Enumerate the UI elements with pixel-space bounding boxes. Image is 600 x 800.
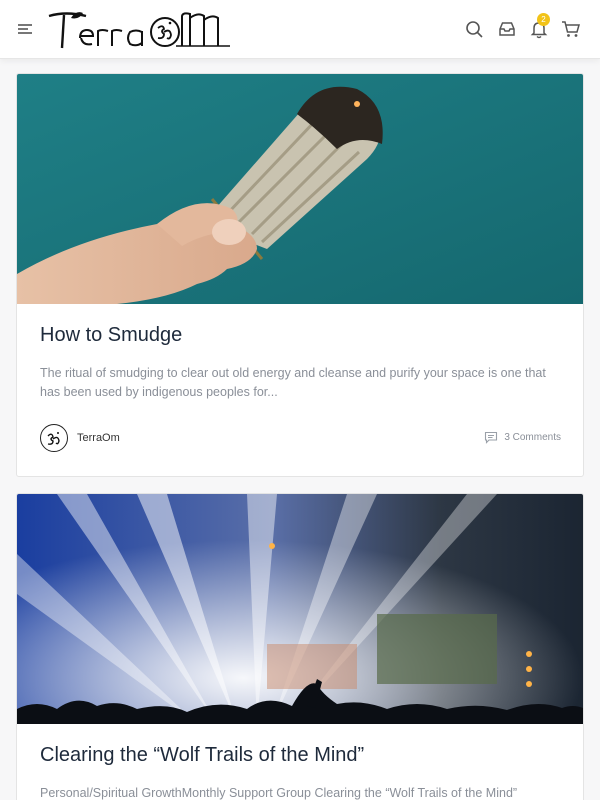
post-card[interactable]: How to Smudge The ritual of smudging to … — [16, 73, 584, 477]
search-icon[interactable] — [463, 18, 485, 40]
post-image-concert-lights[interactable] — [17, 494, 583, 724]
post-excerpt: The ritual of smudging to clear out old … — [40, 366, 546, 399]
avatar — [40, 424, 68, 452]
inbox-icon[interactable] — [496, 18, 518, 40]
comment-count: 3 Comments — [504, 432, 561, 443]
post-title[interactable]: Clearing the “Wolf Trails of the Mind” — [40, 744, 364, 767]
app-header: 2 — [0, 0, 600, 59]
author-name: TerraOm — [77, 432, 120, 444]
comment-icon — [485, 431, 498, 444]
post-title[interactable]: How to Smudge — [40, 324, 182, 347]
post-excerpt: Personal/Spiritual GrowthMonthly Support… — [40, 786, 518, 800]
post-author[interactable]: TerraOm — [40, 424, 120, 452]
comments-link[interactable]: 3 Comments — [484, 431, 561, 444]
notification-badge: 2 — [537, 13, 550, 26]
post-feed: How to Smudge The ritual of smudging to … — [0, 60, 600, 800]
brand-logo[interactable] — [46, 8, 232, 52]
post-card[interactable]: Clearing the “Wolf Trails of the Mind” P… — [16, 493, 584, 800]
cart-icon[interactable] — [560, 18, 582, 40]
menu-icon[interactable] — [16, 20, 34, 38]
post-image-sage-smudge[interactable] — [17, 74, 583, 304]
